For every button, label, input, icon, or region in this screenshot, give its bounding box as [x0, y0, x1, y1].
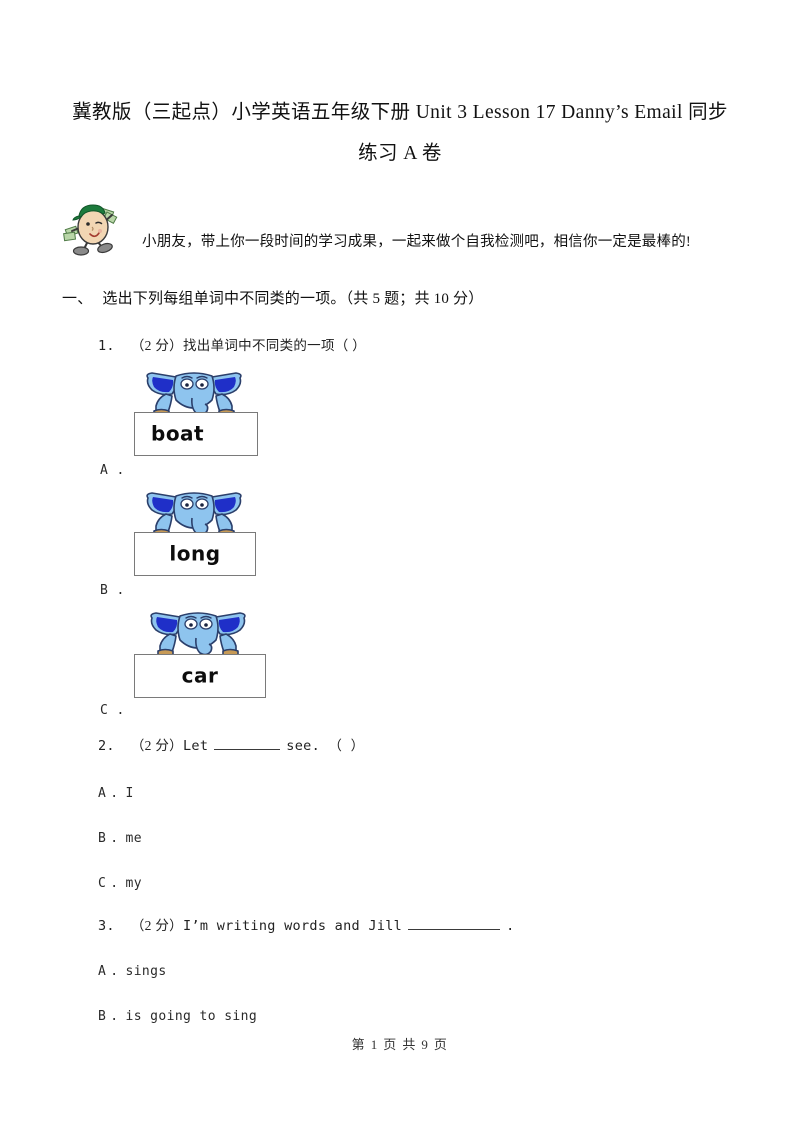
section-number: 一、: [62, 291, 93, 307]
question-1-option-b-wordbox: long: [134, 532, 256, 576]
section-heading: 一、 选出下列每组单词中不同类的一项。（共 5 题；共 10 分）: [62, 288, 483, 310]
question-2-blank[interactable]: [214, 738, 281, 750]
question-3-blank[interactable]: [408, 918, 501, 930]
question-1-option-a[interactable]: A . boat: [100, 368, 300, 478]
question-2-option-c-letter: C: [98, 876, 107, 891]
question-1-option-c-word: car: [181, 663, 219, 688]
question-2-option-a-text: I: [125, 786, 134, 801]
question-2-score: （2 分）: [130, 738, 183, 753]
section-title: 选出下列每组单词中不同类的一项。: [102, 291, 346, 307]
document-page: 冀教版（三起点）小学英语五年级下册 Unit 3 Lesson 17 Danny…: [0, 0, 800, 1132]
question-1-option-b-word: long: [169, 541, 221, 566]
question-2-option-c-text: my: [125, 876, 142, 891]
question-1-option-a-letter: A .: [100, 463, 125, 478]
question-2-option-c[interactable]: C. my: [98, 874, 142, 893]
page-title: 冀教版（三起点）小学英语五年级下册 Unit 3 Lesson 17 Danny…: [62, 92, 738, 174]
question-2-index: 2.: [98, 738, 115, 754]
question-1-stem: 1. （2 分）找出单词中不同类的一项（ ）: [98, 336, 366, 356]
question-1-option-c[interactable]: C . car: [100, 608, 310, 718]
question-3-stem: 3. （2 分）I’m writing words and Jill.: [98, 916, 515, 936]
cartoon-student-mascot-icon: [62, 196, 124, 258]
question-2-option-a[interactable]: A.I: [98, 784, 134, 803]
question-3-option-b-text: is going to sing: [125, 1009, 258, 1024]
intro-banner: 小朋友，带上你一段时间的学习成果，一起来做个自我检测吧，相信你一定是最棒的!: [60, 196, 750, 262]
question-1-option-a-wordbox: boat: [134, 412, 258, 456]
question-3-option-a-letter: A: [98, 964, 107, 979]
question-3-score: （2 分）: [130, 918, 183, 933]
question-1-option-a-word: boat: [151, 421, 205, 446]
question-3-option-b[interactable]: B. is going to sing: [98, 1007, 257, 1026]
page-footer: 第 1 页 共 9 页: [351, 1037, 449, 1052]
question-2-option-b-letter: B: [98, 831, 107, 846]
question-3-option-a[interactable]: A. sings: [98, 962, 167, 981]
question-3-text-before: I’m writing words and Jill: [182, 918, 403, 934]
question-3-option-b-letter: B: [98, 1009, 107, 1024]
question-1-option-c-wordbox: car: [134, 654, 266, 698]
question-1-option-b[interactable]: B . long: [100, 488, 300, 598]
question-1-text: 找出单词中不同类的一项（ ）: [182, 338, 367, 353]
question-2-option-b-text: me: [125, 831, 142, 846]
question-2-option-a-letter: A: [98, 786, 107, 801]
question-2-option-b[interactable]: B. me: [98, 829, 142, 848]
question-2-text-before: Let: [182, 738, 209, 754]
question-3-option-a-text: sings: [125, 964, 167, 979]
question-1-index: 1.: [98, 338, 115, 354]
blue-elephant-icon: [146, 608, 250, 660]
question-1-score: （2 分）: [130, 338, 183, 353]
question-3-index: 3.: [98, 918, 115, 934]
page-title-line2: 练习 A 卷: [358, 143, 442, 164]
page-title-line1: 冀教版（三起点）小学英语五年级下册 Unit 3 Lesson 17 Danny…: [72, 102, 728, 123]
question-3-text-after: .: [506, 918, 515, 934]
intro-text: 小朋友，带上你一段时间的学习成果，一起来做个自我检测吧，相信你一定是最棒的!: [142, 234, 691, 250]
question-1-option-b-letter: B .: [100, 583, 125, 598]
question-1-option-c-letter: C .: [100, 703, 125, 718]
question-2-stem: 2. （2 分）Let see. （ ）: [98, 736, 364, 756]
section-meta: （共 5 题；共 10 分）: [345, 291, 484, 307]
question-2-text-after: see. （ ）: [286, 738, 365, 754]
